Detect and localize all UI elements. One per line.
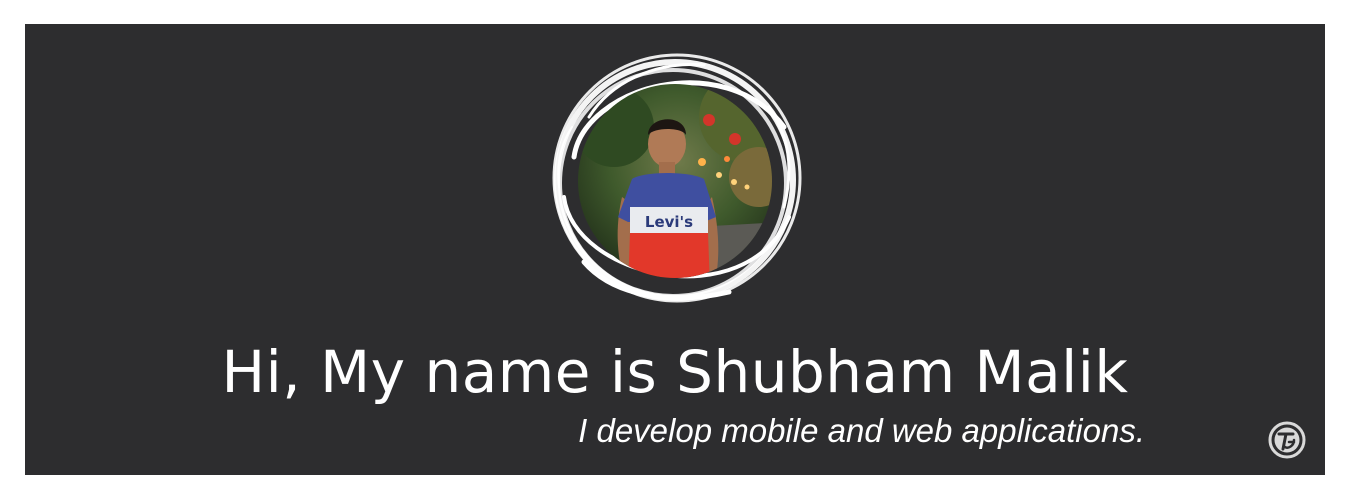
shirt-print: Levi's xyxy=(645,213,693,231)
page-title: Hi, My name is Shubham Malik xyxy=(221,338,1129,406)
profile-avatar: Levi's xyxy=(544,47,806,309)
tagline: I develop mobile and web applications. xyxy=(578,412,1145,449)
tg-monogram-icon xyxy=(1268,421,1306,459)
profile-banner: Levi's Hi, My name is Shubham Malik I de… xyxy=(25,24,1325,475)
